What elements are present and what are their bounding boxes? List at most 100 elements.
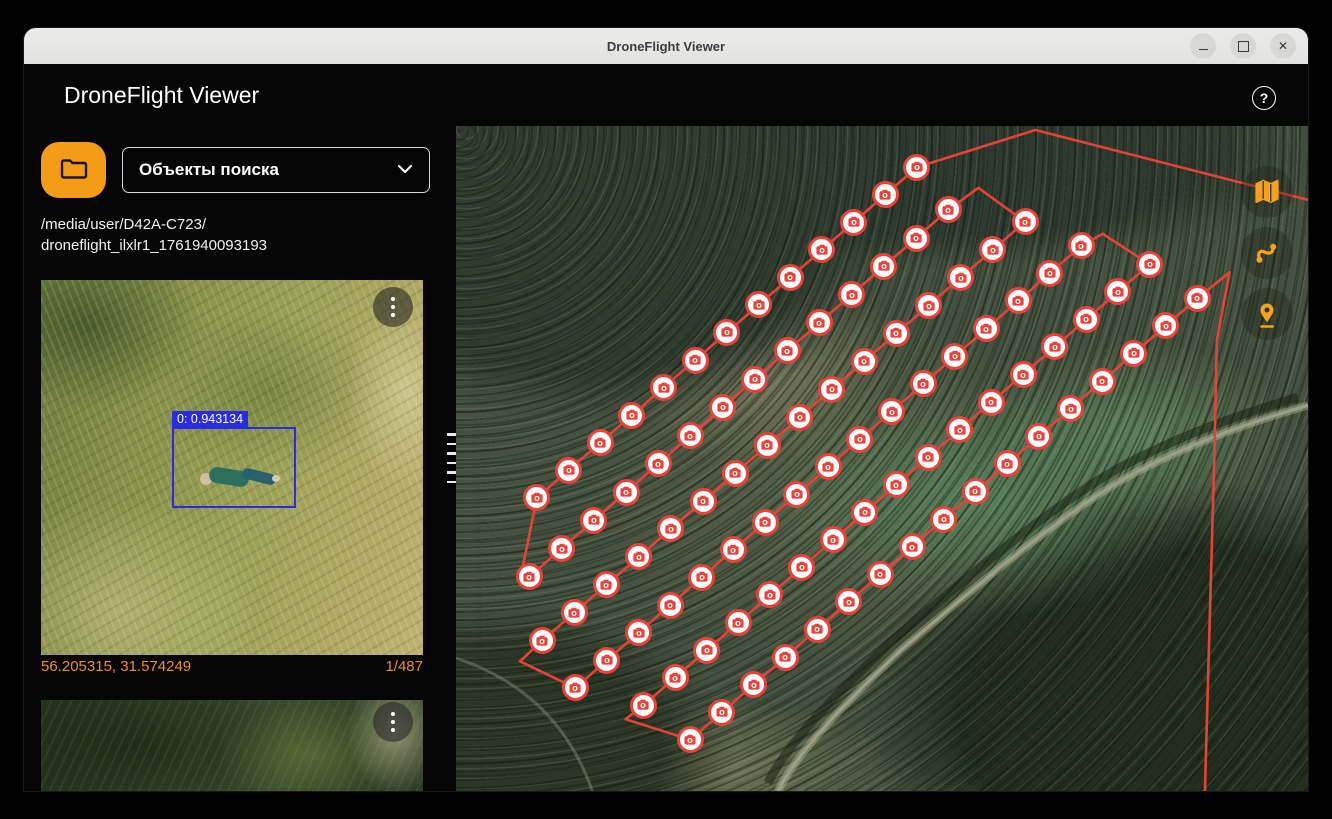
camera-marker[interactable]: [840, 209, 867, 236]
camera-marker[interactable]: [1120, 340, 1147, 367]
photo1-menu-button[interactable]: [373, 287, 413, 327]
camera-marker[interactable]: [630, 692, 657, 719]
camera-marker[interactable]: [804, 616, 831, 643]
camera-marker[interactable]: [1152, 312, 1179, 339]
camera-marker[interactable]: [1089, 368, 1116, 395]
camera-marker[interactable]: [713, 319, 740, 346]
camera-marker[interactable]: [745, 291, 772, 318]
camera-marker[interactable]: [618, 402, 645, 429]
camera-marker[interactable]: [677, 422, 704, 449]
camera-marker[interactable]: [725, 609, 752, 636]
photo-thumbnail-1[interactable]: 0: 0.943134: [41, 280, 423, 655]
camera-marker[interactable]: [523, 484, 550, 511]
camera-marker[interactable]: [1184, 285, 1211, 312]
camera-marker[interactable]: [772, 644, 799, 671]
camera-marker[interactable]: [709, 394, 736, 421]
camera-marker[interactable]: [973, 315, 1000, 342]
camera-marker[interactable]: [587, 429, 614, 456]
camera-marker[interactable]: [851, 499, 878, 526]
camera-marker[interactable]: [657, 592, 684, 619]
camera-marker[interactable]: [740, 671, 767, 698]
camera-marker[interactable]: [1073, 306, 1100, 333]
camera-marker[interactable]: [677, 726, 704, 753]
camera-marker[interactable]: [962, 478, 989, 505]
camera-marker[interactable]: [835, 588, 862, 615]
camera-marker[interactable]: [930, 506, 957, 533]
locate-button[interactable]: [1241, 288, 1293, 340]
camera-marker[interactable]: [682, 347, 709, 374]
camera-marker[interactable]: [752, 509, 779, 536]
camera-marker[interactable]: [935, 196, 962, 223]
camera-marker[interactable]: [915, 292, 942, 319]
camera-marker[interactable]: [1010, 361, 1037, 388]
camera-marker[interactable]: [915, 444, 942, 471]
camera-marker[interactable]: [851, 348, 878, 375]
flight-map[interactable]: [456, 126, 1308, 791]
camera-marker[interactable]: [529, 627, 556, 654]
camera-marker[interactable]: [979, 236, 1006, 263]
camera-marker[interactable]: [756, 581, 783, 608]
camera-marker[interactable]: [818, 376, 845, 403]
route-button[interactable]: [1241, 227, 1293, 279]
camera-marker[interactable]: [994, 450, 1021, 477]
camera-marker[interactable]: [593, 571, 620, 598]
camera-marker[interactable]: [903, 154, 930, 181]
camera-marker[interactable]: [720, 536, 747, 563]
camera-marker[interactable]: [561, 599, 588, 626]
camera-marker[interactable]: [662, 664, 689, 691]
camera-marker[interactable]: [650, 374, 677, 401]
camera-marker[interactable]: [645, 450, 672, 477]
camera-marker[interactable]: [872, 181, 899, 208]
camera-marker[interactable]: [548, 535, 575, 562]
photo-thumbnail-2[interactable]: [41, 700, 423, 791]
camera-marker[interactable]: [657, 515, 684, 542]
camera-marker[interactable]: [903, 225, 930, 252]
camera-marker[interactable]: [883, 320, 910, 347]
camera-marker[interactable]: [754, 432, 781, 459]
camera-marker[interactable]: [883, 471, 910, 498]
camera-marker[interactable]: [777, 264, 804, 291]
camera-marker[interactable]: [867, 561, 894, 588]
maximize-button[interactable]: [1230, 33, 1256, 59]
help-button[interactable]: ?: [1252, 86, 1276, 110]
camera-marker[interactable]: [820, 526, 847, 553]
camera-marker[interactable]: [688, 564, 715, 591]
camera-marker[interactable]: [846, 426, 873, 453]
camera-marker[interactable]: [838, 281, 865, 308]
camera-marker[interactable]: [690, 488, 717, 515]
camera-marker[interactable]: [741, 366, 768, 393]
camera-marker[interactable]: [580, 507, 607, 534]
camera-marker[interactable]: [815, 453, 842, 480]
camera-marker[interactable]: [788, 554, 815, 581]
camera-marker[interactable]: [1057, 395, 1084, 422]
camera-marker[interactable]: [774, 337, 801, 364]
camera-marker[interactable]: [978, 389, 1005, 416]
camera-marker[interactable]: [806, 309, 833, 336]
search-objects-dropdown[interactable]: Объекты поиска: [122, 147, 430, 193]
photo2-menu-button[interactable]: [373, 702, 413, 742]
camera-marker[interactable]: [947, 264, 974, 291]
camera-marker[interactable]: [1068, 232, 1095, 259]
window-titlebar[interactable]: DroneFlight Viewer ✕: [24, 28, 1308, 65]
camera-marker[interactable]: [613, 479, 640, 506]
camera-marker[interactable]: [722, 460, 749, 487]
camera-marker[interactable]: [555, 457, 582, 484]
camera-marker[interactable]: [910, 370, 937, 397]
camera-marker[interactable]: [562, 674, 589, 701]
camera-marker[interactable]: [516, 563, 543, 590]
camera-marker[interactable]: [1005, 287, 1032, 314]
camera-marker[interactable]: [786, 404, 813, 431]
camera-marker[interactable]: [693, 637, 720, 664]
camera-marker[interactable]: [941, 343, 968, 370]
open-folder-button[interactable]: [41, 142, 106, 198]
camera-marker[interactable]: [899, 533, 926, 560]
camera-marker[interactable]: [1136, 251, 1163, 278]
camera-marker[interactable]: [870, 253, 897, 280]
camera-marker[interactable]: [878, 398, 905, 425]
camera-marker[interactable]: [1041, 333, 1068, 360]
layers-button[interactable]: [1241, 166, 1293, 218]
camera-marker[interactable]: [1012, 208, 1039, 235]
camera-marker[interactable]: [1036, 260, 1063, 287]
camera-marker[interactable]: [593, 647, 620, 674]
close-button[interactable]: ✕: [1270, 33, 1296, 59]
